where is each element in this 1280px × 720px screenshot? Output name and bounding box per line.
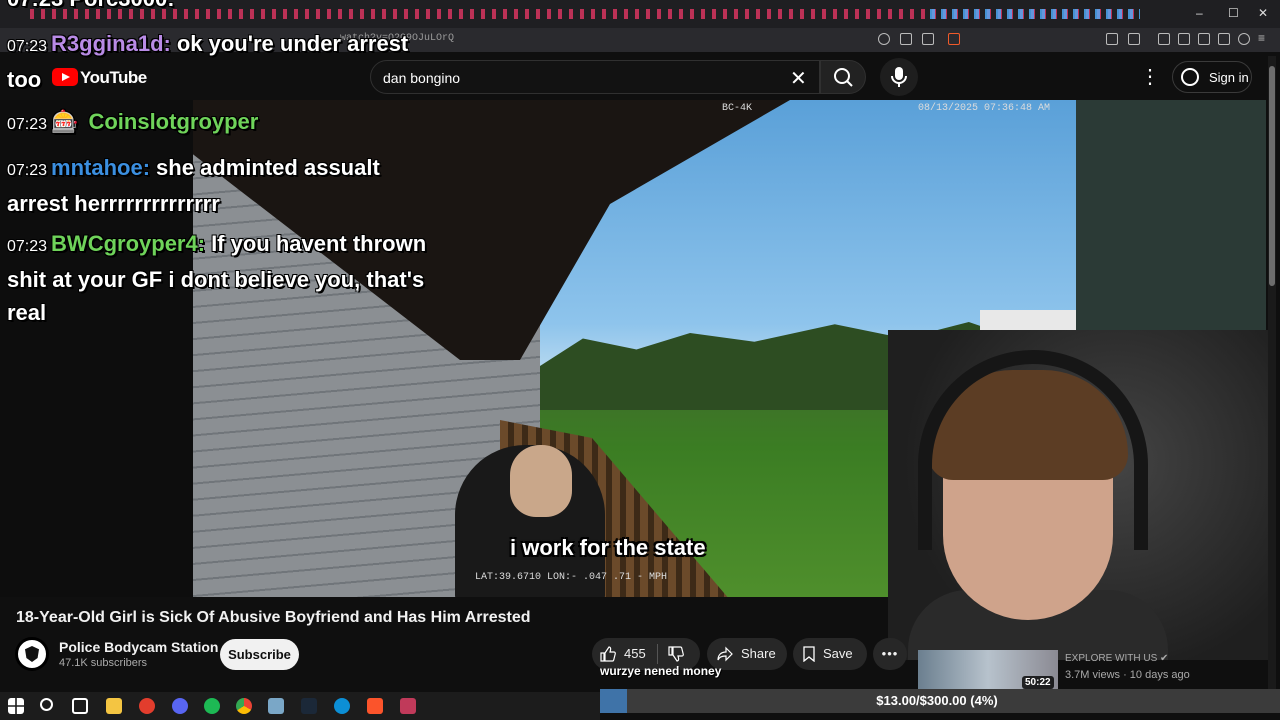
- chat-message: 07:23 🎰 Coinslotgroyper: [7, 105, 437, 141]
- downloads-icon[interactable]: [1218, 33, 1230, 45]
- discord-icon[interactable]: [172, 698, 188, 714]
- video-title: 18-Year-Old Girl is Sick Of Abusive Boyf…: [16, 609, 531, 626]
- edge-icon[interactable]: [334, 698, 350, 714]
- share-page-icon[interactable]: [922, 33, 934, 45]
- share-icon: [717, 646, 733, 662]
- music-icon[interactable]: [1158, 33, 1170, 45]
- chat-message-partial: 07:23 Porc3000:: [7, 0, 437, 15]
- menu-icon[interactable]: ≡: [1258, 31, 1270, 45]
- app2-icon[interactable]: [400, 698, 416, 714]
- search-box[interactable]: [370, 60, 820, 94]
- chat-time: 07:23: [7, 38, 48, 55]
- clear-search-icon[interactable]: ✕: [790, 66, 807, 91]
- chrome-icon[interactable]: [236, 698, 252, 714]
- save-label: Save: [823, 646, 853, 661]
- verified-icon: ✔: [1160, 653, 1169, 664]
- app-icon[interactable]: [268, 698, 284, 714]
- donation-goal-text: $13.00/$300.00 (4%): [876, 693, 998, 708]
- chat-message: 07:23 BWCgroyper4: If you havent thrown sh…: [7, 227, 437, 329]
- maximize-icon[interactable]: ☐: [1228, 6, 1239, 20]
- brave-shield-icon[interactable]: [948, 33, 960, 45]
- account-icon: [1181, 68, 1199, 86]
- recommended-duration: 50:22: [1022, 676, 1054, 689]
- chat-username: R3ggina1d:: [51, 31, 171, 56]
- chat-username: BWCgroyper4:: [51, 231, 206, 256]
- thumbs-up-icon[interactable]: [600, 646, 616, 662]
- chat-time: 07:23: [7, 238, 48, 255]
- search-button[interactable]: [820, 60, 866, 94]
- sidebar-icon[interactable]: [1178, 33, 1190, 45]
- camera-timestamp: 08/13/2025 07:36:48 AM: [918, 103, 1051, 114]
- recommendations-panel: [1076, 100, 1266, 330]
- chat-message: 07:23 mntahoe: she adminted assualt arrest…: [7, 151, 437, 220]
- camera-id-label: BC-4K: [722, 103, 753, 114]
- recommended-channel-name: EXPLORE WITH US: [1065, 653, 1158, 664]
- video-scene-person-head: [510, 445, 572, 517]
- file-explorer-icon[interactable]: [106, 698, 122, 714]
- zoom-icon[interactable]: [878, 33, 890, 45]
- more-actions-button[interactable]: •••: [873, 638, 907, 670]
- close-window-icon[interactable]: ✕: [1258, 6, 1268, 20]
- scrollbar-thumb[interactable]: [1269, 66, 1275, 286]
- streamer-webcam: [888, 330, 1268, 660]
- wallet-icon[interactable]: [1198, 33, 1210, 45]
- extensions-icon[interactable]: [1106, 33, 1118, 45]
- subscribe-button[interactable]: Subscribe: [220, 639, 299, 670]
- camera-gps-readout: LAT:39.6710 LON:- .047 .71 - MPH: [475, 572, 668, 583]
- browser-tabs-extra[interactable]: [930, 9, 1140, 19]
- thumbs-down-icon[interactable]: [668, 646, 684, 662]
- settings-kebab-icon[interactable]: ⋮: [1140, 64, 1160, 89]
- brave-icon[interactable]: [367, 698, 383, 714]
- channel-name[interactable]: Police Bodycam Station: [59, 639, 218, 655]
- windows-taskbar: [0, 692, 600, 720]
- recommended-meta: 3.7M views · 10 days ago: [1065, 669, 1190, 681]
- chat-time: 07:23: [7, 162, 48, 179]
- police-badge-icon: [25, 646, 39, 662]
- spotify-icon[interactable]: [204, 698, 220, 714]
- voice-search-button[interactable]: [880, 58, 918, 96]
- video-subtitle: i work for the state: [510, 535, 706, 560]
- donation-goal-bar: $13.00/$300.00 (4%): [600, 689, 1280, 713]
- chat-partial-text: 07:23 Porc3000:: [7, 0, 175, 11]
- sign-in-button[interactable]: Sign in: [1172, 61, 1252, 93]
- steam-icon[interactable]: [301, 698, 317, 714]
- sign-in-label: Sign in: [1209, 70, 1249, 85]
- stream-donation-text: wurzye nened money: [600, 664, 722, 678]
- bookmark-icon: [803, 646, 815, 662]
- chat-username: Coinslotgroyper: [88, 109, 259, 134]
- search-input[interactable]: [383, 68, 783, 88]
- obs-icon[interactable]: [139, 698, 155, 714]
- channel-avatar[interactable]: [15, 637, 49, 671]
- tab-search-icon[interactable]: [1128, 33, 1140, 45]
- microphone-icon: [891, 67, 907, 87]
- save-button[interactable]: Save: [793, 638, 867, 670]
- page-scrollbar[interactable]: [1268, 56, 1276, 696]
- cast-icon[interactable]: [900, 33, 912, 45]
- headset-icon: [918, 350, 1148, 550]
- like-divider: [657, 644, 658, 664]
- chat-time: 07:23: [7, 116, 48, 133]
- vpn-icon[interactable]: [1238, 33, 1250, 45]
- share-label: Share: [741, 646, 776, 661]
- task-view-icon[interactable]: [72, 698, 88, 714]
- chat-badge-icon: 🎰: [51, 109, 79, 134]
- channel-subscriber-count: 47.1K subscribers: [59, 657, 148, 669]
- minimize-icon[interactable]: –: [1196, 6, 1203, 20]
- search-icon: [834, 68, 853, 87]
- recommended-channel[interactable]: EXPLORE WITH US ✔: [1065, 653, 1168, 664]
- chat-username: mntahoe:: [51, 155, 151, 180]
- taskbar-search-icon[interactable]: [40, 698, 53, 711]
- chat-message: 07:23 R3ggina1d: ok you're under arrest to…: [7, 27, 437, 96]
